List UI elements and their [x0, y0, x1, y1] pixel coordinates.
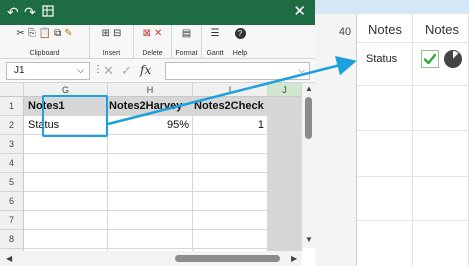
table-row[interactable]	[24, 230, 302, 249]
excel-window: ↶ ↷ ✕ ✂ ⎘ 📋 ⧉ ✎ Clipboard ⊞ ⊟ Insert ⊠ ✕…	[0, 0, 315, 266]
row-header-7[interactable]: 7	[0, 211, 24, 230]
name-box-value: J1	[14, 65, 25, 76]
clipboard-label: Clipboard	[29, 50, 60, 57]
cell-j1[interactable]	[268, 97, 302, 116]
cell-h1[interactable]: Notes2Harvey	[108, 97, 193, 116]
redo-icon[interactable]: ↷	[24, 4, 36, 20]
delete-rows-icon[interactable]: ⊠	[143, 28, 151, 39]
scroll-up-icon[interactable]: ▲	[305, 84, 313, 93]
background-gutter	[315, 14, 357, 266]
background-row-divider	[357, 130, 469, 131]
gantt-group[interactable]: ☰ Gantt	[202, 25, 228, 59]
formula-bar: J1 ⌵ ⋮ ✕ ✓ fx ⌵	[0, 59, 315, 83]
copy-icon[interactable]: ⎘	[28, 28, 36, 39]
table-row[interactable]	[24, 173, 302, 192]
cut-icon[interactable]: ✂	[16, 28, 24, 39]
gridline	[192, 135, 193, 266]
cell-j2[interactable]	[268, 116, 302, 135]
horizontal-scrollbar[interactable]: ◀ ▶	[0, 251, 302, 266]
format-painter-icon[interactable]: ✎	[64, 28, 72, 39]
sheet-icon[interactable]	[42, 4, 54, 20]
scroll-left-icon[interactable]: ◀	[6, 254, 12, 263]
background-row-divider	[357, 85, 469, 86]
gantt-label: Gantt	[206, 50, 224, 57]
undo-icon[interactable]: ↶	[7, 4, 19, 20]
gantt-icon[interactable]: ☰	[211, 28, 220, 39]
chevron-down-icon[interactable]: ⌵	[298, 65, 305, 76]
gridline	[107, 135, 108, 266]
clipboard-group: ✂ ⎘ 📋 ⧉ ✎ Clipboard	[0, 25, 90, 59]
title-bar: ↶ ↷ ✕	[0, 0, 315, 25]
column-header-h[interactable]: H	[108, 83, 193, 97]
insert-group[interactable]: ⊞ ⊟ Insert	[90, 25, 134, 59]
cell-i2[interactable]: 1	[193, 116, 268, 135]
delete-group[interactable]: ⊠ ✕ Delete	[134, 25, 172, 59]
background-row-number: 40	[338, 26, 352, 38]
cell-h2[interactable]: 95%	[108, 116, 193, 135]
vertical-scroll-thumb[interactable]	[305, 97, 312, 139]
horizontal-scroll-thumb[interactable]	[175, 255, 280, 262]
enter-icon[interactable]: ✓	[121, 63, 132, 79]
status-pie-icon[interactable]	[444, 50, 462, 68]
background-row-divider	[357, 176, 469, 177]
formula-input[interactable]: ⌵	[165, 62, 310, 80]
insert-function-icon[interactable]: fx	[140, 63, 151, 77]
select-all-corner[interactable]	[0, 83, 24, 97]
help-label: Help	[232, 50, 248, 57]
help-icon[interactable]: ?	[234, 28, 246, 39]
insert-label: Insert	[102, 50, 121, 57]
help-group[interactable]: ? Help	[228, 25, 252, 59]
table-row[interactable]	[24, 154, 302, 173]
ribbon: ✂ ⎘ 📋 ⧉ ✎ Clipboard ⊞ ⊟ Insert ⊠ ✕ Delet…	[0, 25, 315, 59]
format-label: Format	[175, 50, 198, 57]
column-header-i[interactable]: I	[193, 83, 268, 97]
row-header-2[interactable]: 2	[0, 116, 24, 135]
checkmark-icon[interactable]	[421, 50, 439, 68]
table-row[interactable]	[24, 192, 302, 211]
delete-label: Delete	[142, 50, 163, 57]
background-column-header-notes-2[interactable]: Notes	[425, 22, 459, 37]
background-status-text: Status	[366, 53, 398, 65]
format-group[interactable]: ▤ Format	[172, 25, 202, 59]
background-column-header-notes-1[interactable]: Notes	[368, 22, 402, 37]
selection-highlight	[42, 95, 108, 137]
row-header-1[interactable]: 1	[0, 97, 24, 116]
row-header-6[interactable]: 6	[0, 192, 24, 211]
row-header-4[interactable]: 4	[0, 154, 24, 173]
chevron-down-icon[interactable]: ⌵	[77, 65, 84, 76]
scroll-right-icon[interactable]: ▶	[291, 254, 297, 263]
background-row-divider	[357, 220, 469, 221]
delete-cols-icon[interactable]: ✕	[154, 28, 162, 39]
vertical-scrollbar[interactable]: ▲ ▼	[302, 83, 315, 248]
insert-cols-icon[interactable]: ⊟	[113, 28, 121, 39]
background-column-notes-1	[357, 14, 413, 266]
more-icon: ⋮	[93, 64, 103, 75]
row-header-3[interactable]: 3	[0, 135, 24, 154]
cell-i1[interactable]: Notes2Check	[193, 97, 268, 116]
row-header-8[interactable]: 8	[0, 230, 24, 249]
background-row-divider	[357, 42, 469, 43]
paste-special-icon[interactable]: ⧉	[54, 28, 61, 39]
column-j-fill	[268, 135, 302, 266]
scroll-down-icon[interactable]: ▼	[305, 235, 313, 244]
format-icon[interactable]: ▤	[182, 28, 191, 39]
name-box[interactable]: J1 ⌵	[6, 62, 90, 80]
table-row[interactable]	[24, 211, 302, 230]
row-header-5[interactable]: 5	[0, 173, 24, 192]
paste-icon[interactable]: 📋	[39, 28, 51, 39]
table-row[interactable]	[24, 135, 302, 154]
insert-rows-icon[interactable]: ⊞	[102, 28, 110, 39]
close-icon[interactable]: ✕	[293, 4, 306, 20]
spreadsheet-grid: G H I J 1 2 3 4 5 6 7 8 9 Notes1 Notes2H…	[0, 83, 315, 266]
column-header-j[interactable]: J	[268, 83, 302, 97]
cancel-icon[interactable]: ✕	[103, 63, 114, 79]
